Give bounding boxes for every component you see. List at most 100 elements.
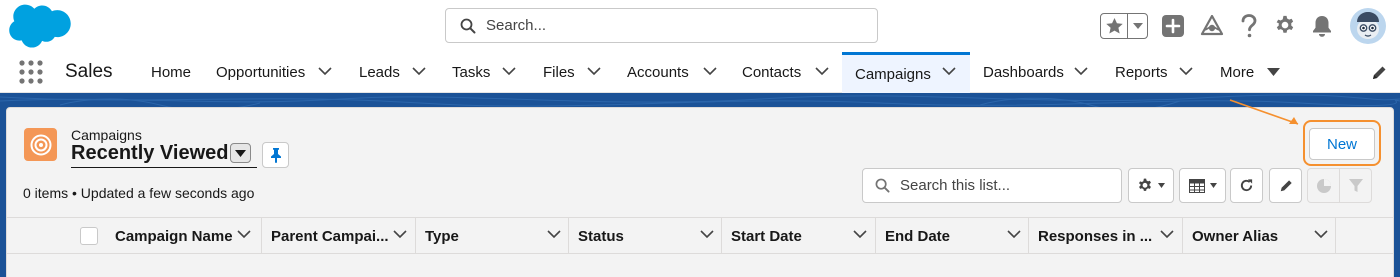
avatar[interactable] (1350, 8, 1386, 44)
nav-item-dashboards[interactable]: Dashboards (970, 52, 1100, 93)
column-header-owner-alias[interactable]: Owner Alias (1183, 218, 1336, 254)
chevron-down-icon[interactable] (700, 230, 714, 239)
nav-item-label: Files (543, 64, 575, 81)
column-header-type[interactable]: Type (416, 218, 569, 254)
chevron-down-icon[interactable] (853, 230, 867, 239)
chevron-down-icon[interactable] (318, 67, 332, 76)
table-header: Campaign Name Parent Campai... Type Stat… (7, 217, 1393, 254)
list-view-panel: Campaigns Recently Viewed 0 items • Upda… (6, 107, 1394, 277)
header-utility-icons (1100, 8, 1386, 44)
chevron-down-icon[interactable] (703, 67, 717, 76)
nav-item-label: Dashboards (983, 64, 1064, 81)
nav-item-label: More (1220, 64, 1255, 81)
nav-item-home[interactable]: Home (137, 52, 203, 93)
column-header-label: Campaign Name (115, 227, 233, 245)
column-header-label: Type (425, 227, 459, 245)
nav-item-label: Tasks (452, 64, 491, 81)
caret-down-icon (1158, 183, 1165, 188)
bell-icon[interactable] (1312, 15, 1332, 37)
app-navigation-bar: Sales Home Opportunities Leads Tasks Fil… (0, 52, 1400, 93)
search-icon (460, 18, 476, 33)
filter-icon (1348, 178, 1363, 192)
column-header-status[interactable]: Status (569, 218, 722, 254)
chevron-down-icon[interactable] (1314, 230, 1328, 239)
list-search-input[interactable]: Search this list... (862, 168, 1122, 203)
filter-button[interactable] (1339, 168, 1372, 203)
chevron-down-icon[interactable] (1007, 230, 1021, 239)
caret-down-icon (1209, 183, 1217, 188)
pencil-icon[interactable] (1371, 65, 1387, 86)
caret-down-icon[interactable] (1267, 68, 1280, 76)
chevron-down-icon[interactable] (502, 67, 516, 76)
column-header-label: Status (578, 227, 624, 245)
display-as-button[interactable] (1179, 168, 1226, 203)
chevron-down-icon[interactable] (1179, 67, 1193, 76)
nav-item-label: Campaigns (855, 65, 931, 83)
nav-item-label: Contacts (742, 64, 802, 81)
nav-item-label: Opportunities (216, 64, 306, 81)
column-header-campaign-name[interactable]: Campaign Name (106, 218, 262, 254)
global-search-placeholder: Search... (486, 17, 547, 34)
pencil-icon (1280, 179, 1292, 191)
chevron-down-icon[interactable] (1128, 14, 1147, 38)
table-icon (1188, 178, 1205, 193)
salesforce-logo[interactable] (8, 4, 72, 53)
chevron-down-icon[interactable] (412, 67, 426, 76)
chevron-down-icon[interactable] (1074, 67, 1088, 76)
refresh-icon (1240, 179, 1253, 192)
select-all-checkbox[interactable] (80, 227, 98, 245)
chevron-down-icon[interactable] (815, 67, 829, 76)
nav-item-files[interactable]: Files (529, 52, 614, 93)
pin-list-view-button[interactable] (262, 142, 289, 168)
search-icon (875, 178, 890, 193)
app-name: Sales (65, 61, 113, 82)
column-header-end-date[interactable]: End Date (876, 218, 1029, 254)
help-icon[interactable] (1240, 14, 1258, 38)
column-header-label: Parent Campai... (271, 227, 389, 245)
nav-item-contacts[interactable]: Contacts (729, 52, 842, 93)
pie-chart-icon (1316, 178, 1331, 193)
nav-item-label: Leads (359, 64, 400, 81)
gear-icon (1138, 178, 1151, 191)
favorites-button-group (1100, 13, 1148, 39)
new-button[interactable]: New (1309, 128, 1375, 160)
nav-item-accounts[interactable]: Accounts (614, 52, 729, 93)
global-search-input[interactable]: Search... (445, 8, 878, 43)
nav-item-campaigns[interactable]: Campaigns (842, 52, 970, 93)
plus-icon[interactable] (1162, 15, 1184, 37)
gear-icon[interactable] (1274, 15, 1296, 37)
chevron-down-icon[interactable] (547, 230, 561, 239)
column-header-label: End Date (885, 227, 951, 245)
nav-item-reports[interactable]: Reports (1100, 52, 1206, 93)
nav-item-tasks[interactable]: Tasks (438, 52, 529, 93)
list-search-placeholder: Search this list... (900, 177, 1011, 194)
list-view-meta: 0 items • Updated a few seconds ago (23, 185, 255, 201)
chevron-down-icon[interactable] (393, 230, 407, 239)
nav-item-more[interactable]: More (1206, 52, 1296, 93)
column-header-label: Start Date (731, 227, 802, 245)
column-header-label: Owner Alias (1192, 227, 1279, 245)
column-header-responses[interactable]: Responses in ... (1029, 218, 1183, 254)
column-header-parent-campaign[interactable]: Parent Campai... (262, 218, 416, 254)
campaign-target-icon (24, 128, 57, 161)
annotation-arrow (1228, 98, 1308, 135)
chevron-down-icon[interactable] (587, 67, 601, 76)
list-view-controls-button[interactable] (1128, 168, 1174, 203)
app-launcher-icon[interactable] (19, 60, 43, 89)
column-header-start-date[interactable]: Start Date (722, 218, 876, 254)
trailhead-icon[interactable] (1200, 15, 1224, 37)
list-view-picker-caret-icon[interactable] (230, 143, 251, 163)
charts-button[interactable] (1307, 168, 1340, 203)
edit-list-button[interactable] (1269, 168, 1302, 203)
global-header: Search... (0, 0, 1400, 52)
column-header-label: Responses in ... (1038, 227, 1153, 245)
object-label: Campaigns (71, 127, 142, 143)
chevron-down-icon[interactable] (1160, 230, 1174, 239)
chevron-down-icon[interactable] (237, 230, 251, 239)
refresh-button[interactable] (1230, 168, 1263, 203)
nav-item-leads[interactable]: Leads (345, 52, 438, 93)
nav-item-label: Accounts (627, 64, 689, 81)
nav-item-opportunities[interactable]: Opportunities (203, 52, 345, 93)
chevron-down-icon[interactable] (942, 67, 956, 76)
star-icon[interactable] (1101, 14, 1128, 38)
